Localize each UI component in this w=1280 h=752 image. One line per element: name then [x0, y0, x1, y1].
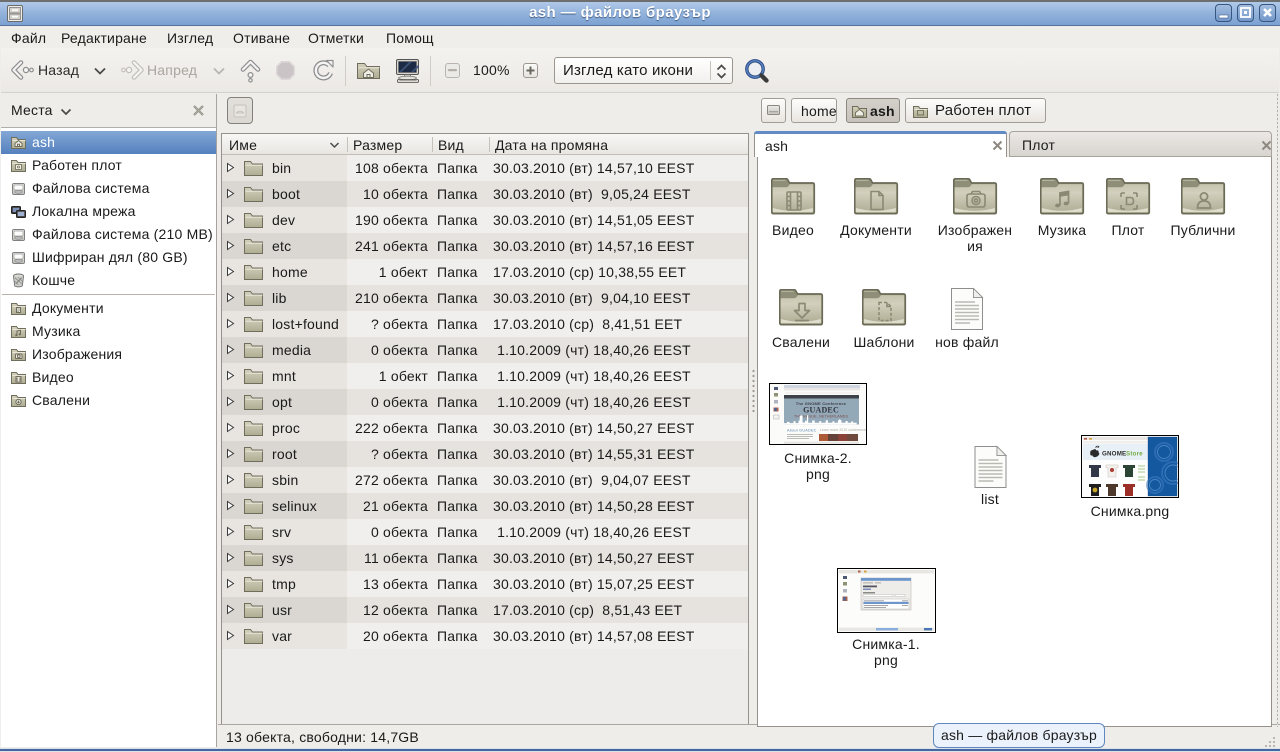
svg-text:About GUADEC: About GUADEC [787, 429, 817, 433]
svg-text:GUADEC: GUADEC [803, 406, 839, 415]
svg-text:Learn more 2010 conference aro: Learn more 2010 conference around the gl… [820, 428, 866, 432]
svg-text:GNOME: GNOME [1102, 451, 1126, 458]
svg-text:Store: Store [1126, 451, 1143, 458]
